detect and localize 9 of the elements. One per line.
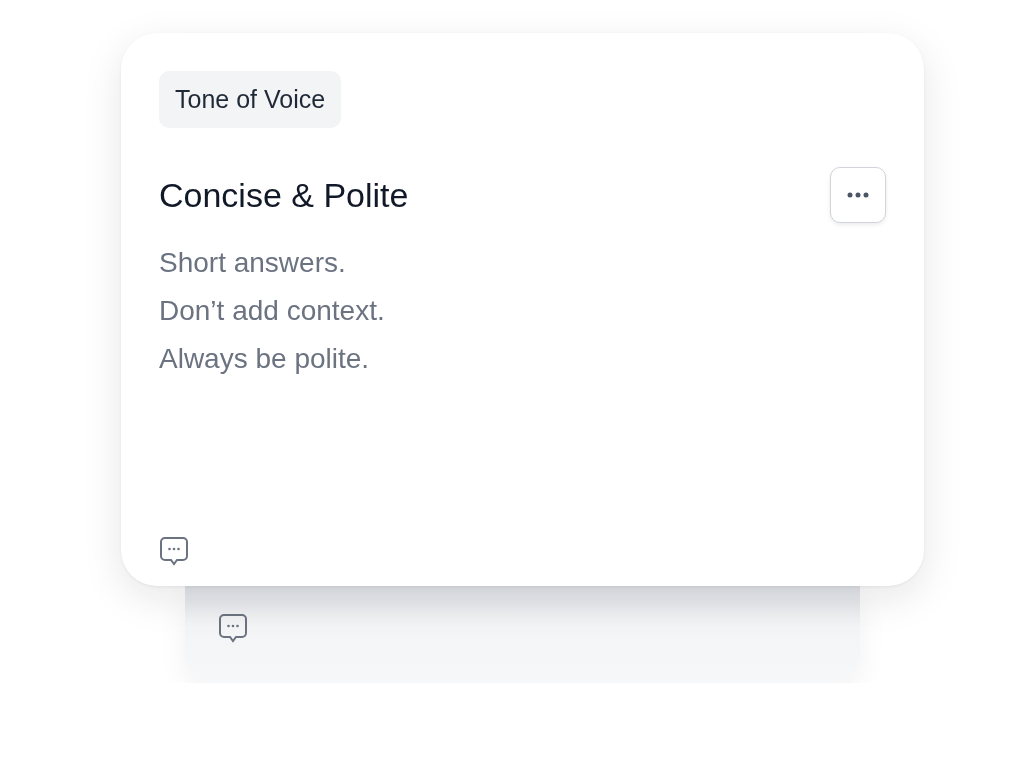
chat-bubble-icon xyxy=(159,536,189,567)
description-line: Short answers. xyxy=(159,246,346,280)
more-icon xyxy=(847,192,869,198)
description-line: Always be polite. xyxy=(159,342,370,376)
description-line: Don’t add context. xyxy=(159,294,385,328)
more-button[interactable] xyxy=(830,167,886,223)
tag: Tone of Voice xyxy=(159,71,342,128)
chat-bubble-icon xyxy=(218,613,248,644)
card-title: Concise & Polite xyxy=(159,175,409,215)
